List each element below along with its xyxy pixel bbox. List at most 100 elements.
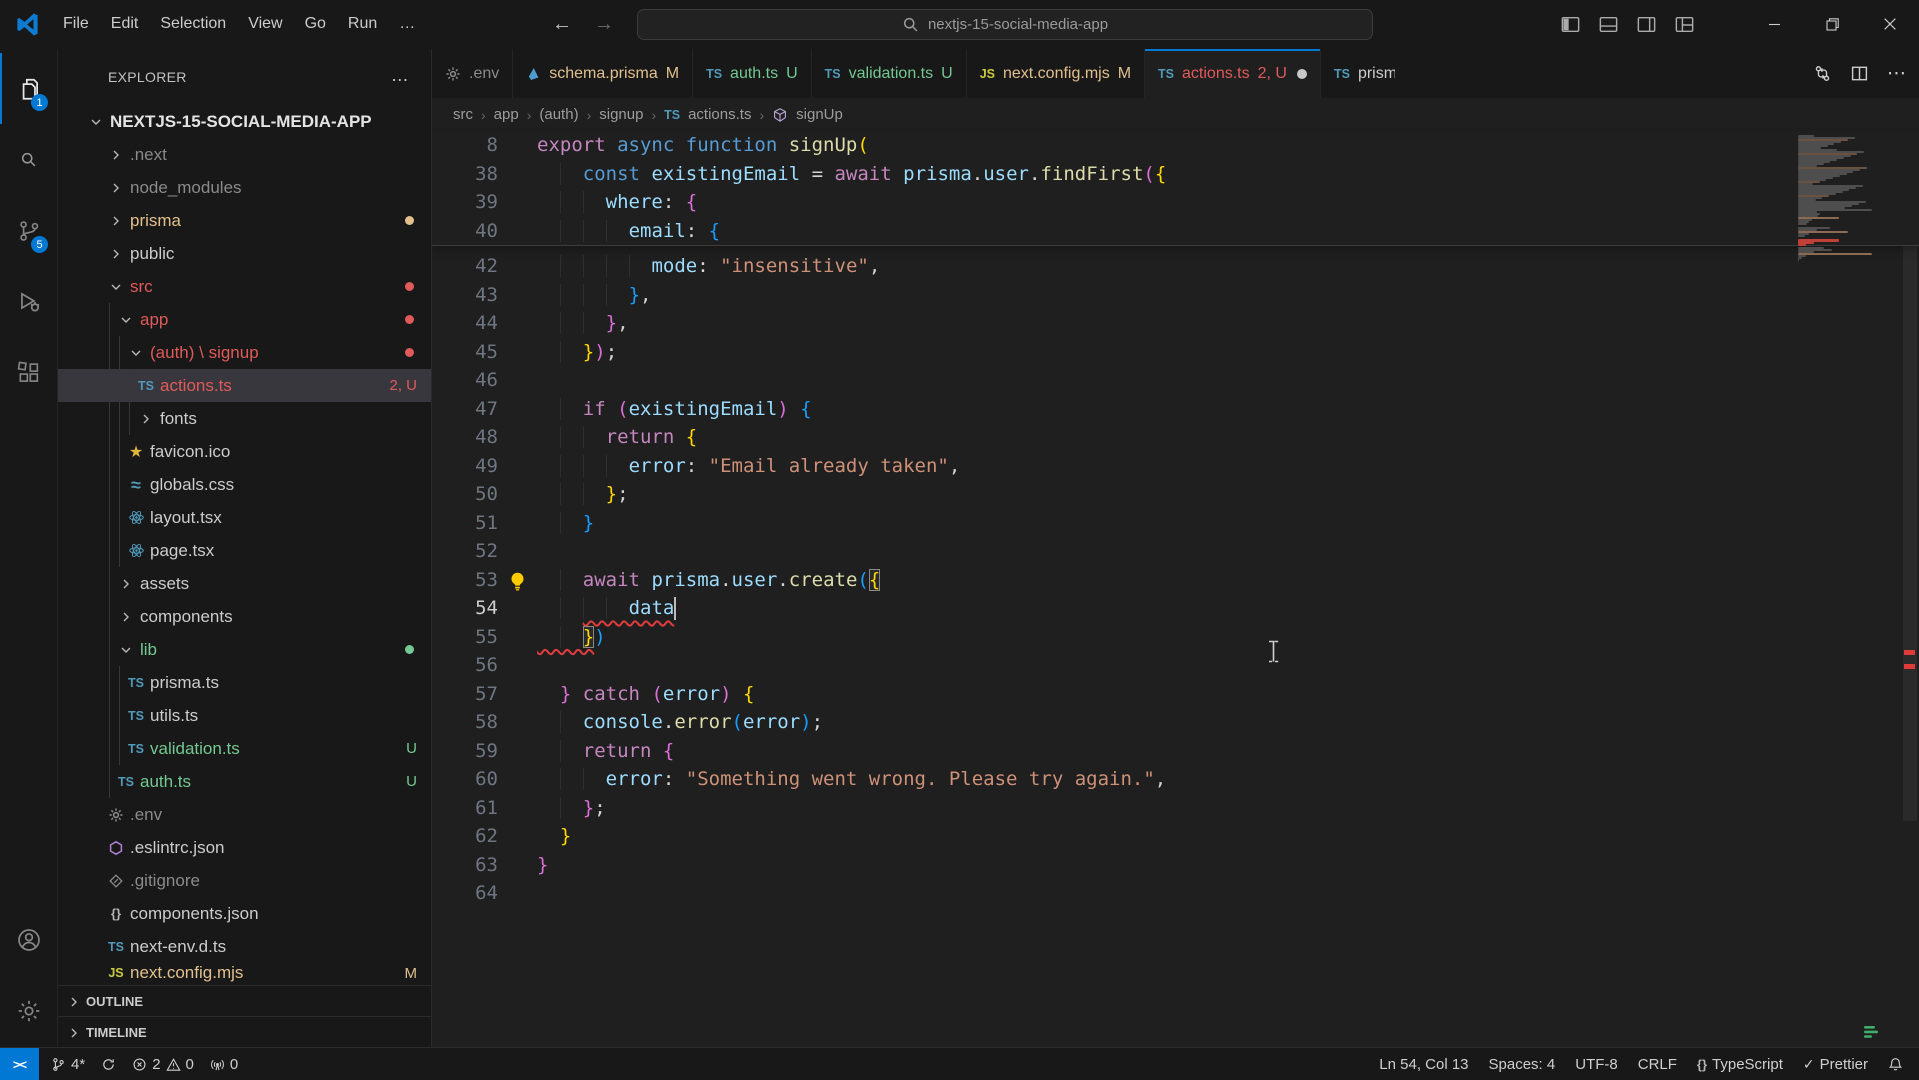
sticky-scroll[interactable]: 8export async function signUp(38 const e… [432,131,1919,246]
lightbulb-icon[interactable] [507,571,528,592]
menu-file[interactable]: File [52,9,100,39]
breadcrumb-item[interactable]: (auth) [539,106,578,123]
activity-source-control[interactable]: 5 [0,195,57,266]
tree-item-components[interactable]: components [58,600,431,633]
customize-layout-icon[interactable] [1674,14,1695,35]
code-line[interactable]: 39 where: { [432,188,1919,217]
tab-actions-ts[interactable]: TSactions.ts2, U [1145,49,1321,98]
code-line[interactable]: 40 email: { [432,217,1919,246]
breadcrumb-item[interactable]: app [494,106,519,123]
status-indentation[interactable]: Spaces: 4 [1489,1056,1556,1073]
code-line[interactable]: 48 return { [432,423,1919,452]
tree-item-auth-ts[interactable]: TSauth.tsU [58,765,431,798]
toggle-primary-sidebar-icon[interactable] [1560,14,1581,35]
tree-item-actions-ts[interactable]: TSactions.ts2, U [58,369,431,402]
explorer-more-actions-icon[interactable]: … [391,65,409,86]
menu-view[interactable]: View [237,9,293,39]
outline-section[interactable]: OUTLINE [58,985,431,1017]
tree-item-prisma[interactable]: prisma [58,204,431,237]
tree-item-layout-tsx[interactable]: layout.tsx [58,501,431,534]
tree-item-prisma-ts[interactable]: TSprisma.ts [58,666,431,699]
activity-search[interactable] [0,124,57,195]
activity-settings[interactable] [0,975,57,1046]
tree-item-components-json[interactable]: {}components.json [58,897,431,930]
code-line[interactable]: 54 data [432,594,1919,623]
code-line[interactable]: 61 }; [432,794,1919,823]
activity-account[interactable] [0,904,57,975]
breadcrumb[interactable]: src›app›(auth)›signup›TSactions.ts›signU… [432,98,1919,131]
tree-item-fonts[interactable]: fonts [58,402,431,435]
menu-more[interactable]: … [388,9,426,39]
status-language-mode[interactable]: {}TypeScript [1697,1056,1783,1073]
remote-indicator[interactable]: >< [0,1048,39,1080]
code-line[interactable]: 44 }, [432,309,1919,338]
tree-item-node-modules[interactable]: node_modules [58,171,431,204]
tree-item-public[interactable]: public [58,237,431,270]
tree-item-favicon-ico[interactable]: ★favicon.ico [58,435,431,468]
toggle-secondary-sidebar-icon[interactable] [1636,14,1657,35]
status-notifications[interactable] [1888,1057,1903,1072]
tree-item-gitignore[interactable]: .gitignore [58,864,431,897]
navigate-back-icon[interactable]: ← [552,13,572,36]
toggle-panel-icon[interactable] [1598,14,1619,35]
code-lines[interactable]: 42 mode: "insensitive",43 },44 },45 });4… [432,252,1919,908]
status-cursor-position[interactable]: Ln 54, Col 13 [1379,1056,1468,1073]
tree-item-validation-ts[interactable]: TSvalidation.tsU [58,732,431,765]
tree-item-assets[interactable]: assets [58,567,431,600]
breadcrumb-item[interactable]: signup [599,106,643,123]
menu-edit[interactable]: Edit [100,9,150,39]
code-line[interactable]: 38 const existingEmail = await prisma.us… [432,160,1919,189]
status-encoding[interactable]: UTF-8 [1575,1056,1618,1073]
menu-run[interactable]: Run [337,9,388,39]
more-actions-icon[interactable]: ⋯ [1887,62,1907,85]
tree-item-utils-ts[interactable]: TSutils.ts [58,699,431,732]
code-line[interactable]: 60 error: "Something went wrong. Please … [432,765,1919,794]
code-line[interactable]: 64 [432,879,1919,908]
tree-item-page-tsx[interactable]: page.tsx [58,534,431,567]
code-line[interactable]: 8export async function signUp( [432,131,1919,160]
editor-overlay-icon[interactable] [1863,1024,1881,1040]
tab-prisma-ts[interactable]: TSprisma.ts [1321,49,1395,98]
activity-extensions[interactable] [0,337,57,408]
code-line[interactable]: 42 mode: "insensitive", [432,252,1919,281]
code-area[interactable]: 8export async function signUp(38 const e… [432,131,1919,1048]
code-line[interactable]: 55 }) [432,623,1919,652]
tab-next-config-mjs[interactable]: JSnext.config.mjsM [967,49,1145,98]
breadcrumb-file[interactable]: actions.ts [688,106,751,123]
status-ports[interactable]: 0 [210,1056,238,1073]
tree-item-env[interactable]: .env [58,798,431,831]
breadcrumb-symbol[interactable]: signUp [796,106,843,123]
tree-item-root[interactable]: NEXTJS-15-SOCIAL-MEDIA-APP [58,105,431,138]
tree-item-next-config-mjs[interactable]: JSnext.config.mjsM [58,963,431,983]
code-line[interactable]: 56 [432,651,1919,680]
breadcrumb-item[interactable]: src [453,106,473,123]
restore-button[interactable] [1803,0,1861,48]
status-sync-changes[interactable] [101,1057,116,1072]
code-line[interactable]: 63} [432,851,1919,880]
code-line[interactable]: 53 await prisma.user.create({ [432,566,1919,595]
code-line[interactable]: 50 }; [432,480,1919,509]
close-button[interactable] [1861,0,1919,48]
command-center-search[interactable]: nextjs-15-social-media-app [637,9,1373,40]
status-eol[interactable]: CRLF [1638,1056,1677,1073]
code-line[interactable]: 51 } [432,509,1919,538]
timeline-section[interactable]: TIMELINE [58,1016,431,1048]
code-line[interactable]: 57 } catch (error) { [432,680,1919,709]
tree-item-next[interactable]: .next [58,138,431,171]
code-line[interactable]: 52 [432,537,1919,566]
code-line[interactable]: 59 return { [432,737,1919,766]
tree-item-globals-css[interactable]: ≈globals.css [58,468,431,501]
open-changes-icon[interactable] [1813,64,1832,83]
overview-ruler[interactable] [1900,131,1919,1048]
code-line[interactable]: 46 [432,366,1919,395]
minimize-button[interactable] [1745,0,1803,48]
activity-run-debug[interactable] [0,266,57,337]
status-problems[interactable]: 20 [132,1056,194,1073]
split-editor-icon[interactable] [1850,64,1869,83]
code-line[interactable]: 62 } [432,822,1919,851]
tree-item-next-env-d-ts[interactable]: TSnext-env.d.ts [58,930,431,963]
tree-item-src[interactable]: src [58,270,431,303]
activity-explorer[interactable]: 1 [0,53,57,124]
code-line[interactable]: 43 }, [432,281,1919,310]
tab-auth-ts[interactable]: TSauth.tsU [693,49,812,98]
